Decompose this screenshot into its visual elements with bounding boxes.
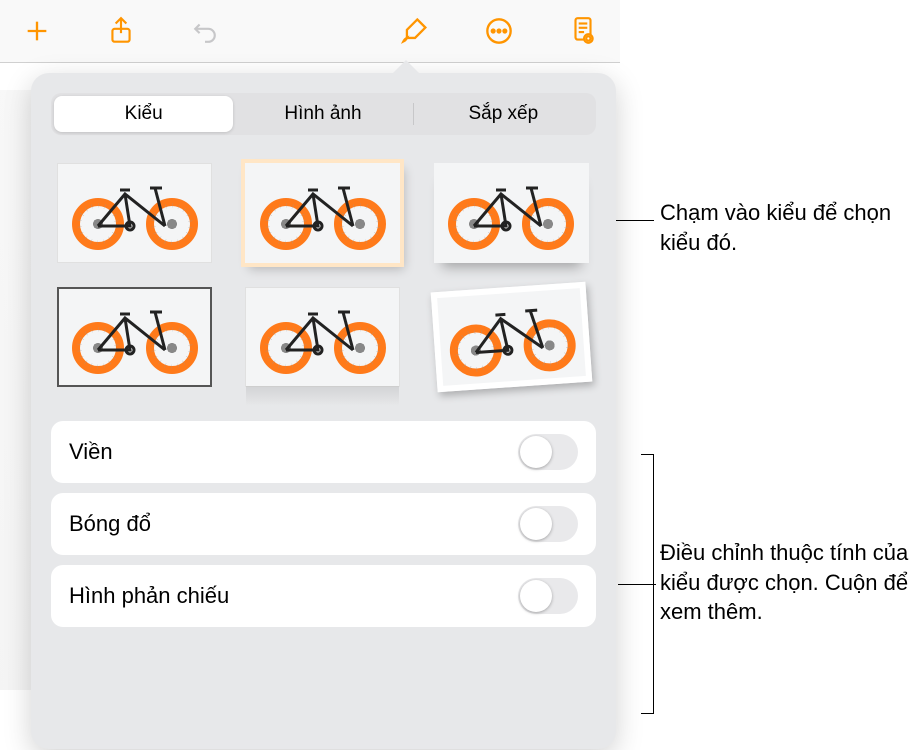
toolbar-right <box>398 14 600 48</box>
share-icon[interactable] <box>104 14 138 48</box>
callout-adjust-attrs: Điều chỉnh thuộc tính của kiểu được chọn… <box>660 538 920 627</box>
undo-icon[interactable] <box>188 14 222 48</box>
option-border[interactable]: Viền <box>51 421 596 483</box>
tab-arrange[interactable]: Sắp xếp <box>414 96 593 132</box>
toolbar-left <box>20 14 222 48</box>
callout-tap-style: Chạm vào kiểu để chọn kiểu đó. <box>660 198 910 257</box>
add-icon[interactable] <box>20 14 54 48</box>
option-label: Viền <box>69 439 113 465</box>
style-thumb-reflection[interactable] <box>245 287 400 387</box>
toggle-shadow[interactable] <box>518 506 578 542</box>
option-label: Hình phản chiếu <box>69 583 229 609</box>
option-shadow[interactable]: Bóng đổ <box>51 493 596 555</box>
segmented-control: Kiểu Hình ảnh Sắp xếp <box>51 93 596 135</box>
tab-image[interactable]: Hình ảnh <box>233 96 412 132</box>
style-thumb-photo[interactable] <box>430 282 592 393</box>
style-thumb-plain[interactable] <box>57 163 212 263</box>
top-toolbar <box>0 0 620 63</box>
document-icon[interactable] <box>566 14 600 48</box>
format-popover: Kiểu Hình ảnh Sắp xếp <box>31 73 616 749</box>
tab-style[interactable]: Kiểu <box>54 96 233 132</box>
style-grid <box>51 163 596 387</box>
style-thumb-softshadow[interactable] <box>434 163 589 263</box>
more-icon[interactable] <box>482 14 516 48</box>
style-options-list[interactable]: Viền Bóng đổ Hình phản chiếu <box>51 421 596 627</box>
option-label: Bóng đổ <box>69 511 151 537</box>
option-reflection[interactable]: Hình phản chiếu <box>51 565 596 627</box>
toggle-border[interactable] <box>518 434 578 470</box>
paintbrush-icon[interactable] <box>398 14 432 48</box>
toggle-reflection[interactable] <box>518 578 578 614</box>
popover-arrow <box>392 60 420 74</box>
style-thumb-shadow[interactable] <box>245 163 400 263</box>
style-thumb-border[interactable] <box>57 287 212 387</box>
callout-leader <box>618 584 656 585</box>
